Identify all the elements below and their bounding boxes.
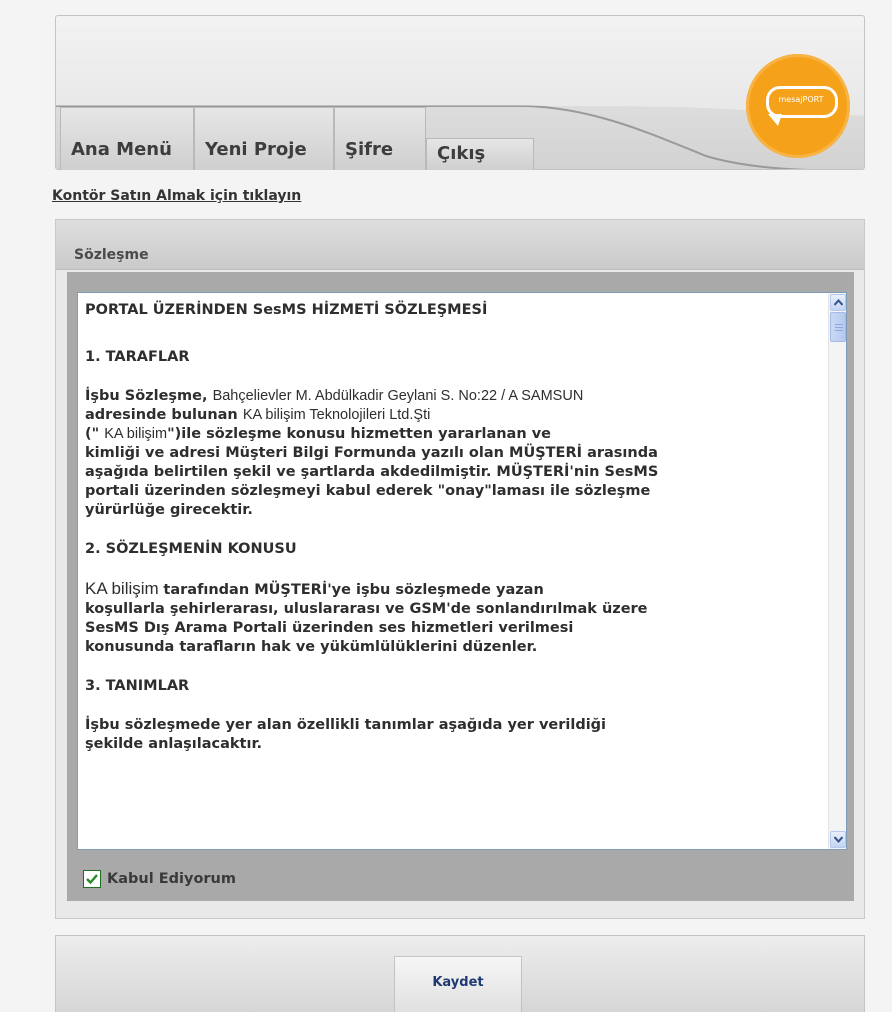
page: mesajPORT Ana Menü Yeni Proje Şifre Çıkı… bbox=[0, 0, 892, 1012]
section-2-text: KA bilişim tarafından MÜŞTERİ'ye işbu sö… bbox=[85, 579, 648, 655]
checkmark-icon bbox=[86, 874, 98, 885]
save-button[interactable]: Kaydet bbox=[394, 956, 522, 1012]
section-2-title: 2. SÖZLEŞMENİN KONUSU bbox=[85, 541, 297, 557]
speech-bubble-tail bbox=[768, 114, 782, 126]
tab-sifre[interactable]: Şifre bbox=[334, 107, 426, 170]
vertical-scrollbar[interactable] bbox=[828, 293, 846, 849]
panel-header: Sözleşme bbox=[56, 220, 864, 270]
tab-yeni-proje[interactable]: Yeni Proje bbox=[194, 107, 334, 170]
buy-credits-link[interactable]: Kontör Satın Almak için tıklayın bbox=[52, 188, 301, 204]
accept-row: Kabul Ediyorum bbox=[83, 870, 236, 888]
accept-checkbox[interactable] bbox=[83, 870, 101, 888]
logo-text: mesajPORT bbox=[778, 95, 824, 104]
section-1-title: 1. TARAFLAR bbox=[85, 349, 190, 365]
panel-body: PORTAL ÜZERİNDEN SesMS HİZMETİ SÖZLEŞMES… bbox=[67, 272, 854, 901]
panel-title: Sözleşme bbox=[74, 247, 149, 263]
agreement-text: PORTAL ÜZERİNDEN SesMS HİZMETİ SÖZLEŞMES… bbox=[85, 301, 820, 754]
chevron-up-icon bbox=[834, 299, 843, 306]
section-1-text: İşbu Sözleşme, Bahçelievler M. Abdülkadi… bbox=[85, 388, 659, 518]
section-3-text: İşbu sözleşmede yer alan özellikli tanım… bbox=[85, 717, 607, 752]
accept-label: Kabul Ediyorum bbox=[107, 871, 236, 887]
main-nav-tabs: Ana Menü Yeni Proje Şifre Çıkış bbox=[60, 107, 534, 170]
agreement-panel: Sözleşme PORTAL ÜZERİNDEN SesMS HİZMETİ … bbox=[55, 219, 865, 919]
chevron-down-icon bbox=[834, 836, 843, 843]
bottom-bar: Kaydet bbox=[55, 935, 865, 1012]
scroll-down-button[interactable] bbox=[830, 831, 846, 848]
agreement-heading: PORTAL ÜZERİNDEN SesMS HİZMETİ SÖZLEŞMES… bbox=[85, 302, 488, 318]
agreement-textarea[interactable]: PORTAL ÜZERİNDEN SesMS HİZMETİ SÖZLEŞMES… bbox=[77, 292, 847, 850]
scroll-up-button[interactable] bbox=[830, 294, 846, 311]
scroll-thumb[interactable] bbox=[830, 312, 846, 342]
tab-ana-menu[interactable]: Ana Menü bbox=[60, 107, 194, 170]
mesajport-logo: mesajPORT bbox=[746, 54, 850, 158]
tab-cikis[interactable]: Çıkış bbox=[426, 138, 534, 170]
section-3-title: 3. TANIMLAR bbox=[85, 678, 190, 694]
